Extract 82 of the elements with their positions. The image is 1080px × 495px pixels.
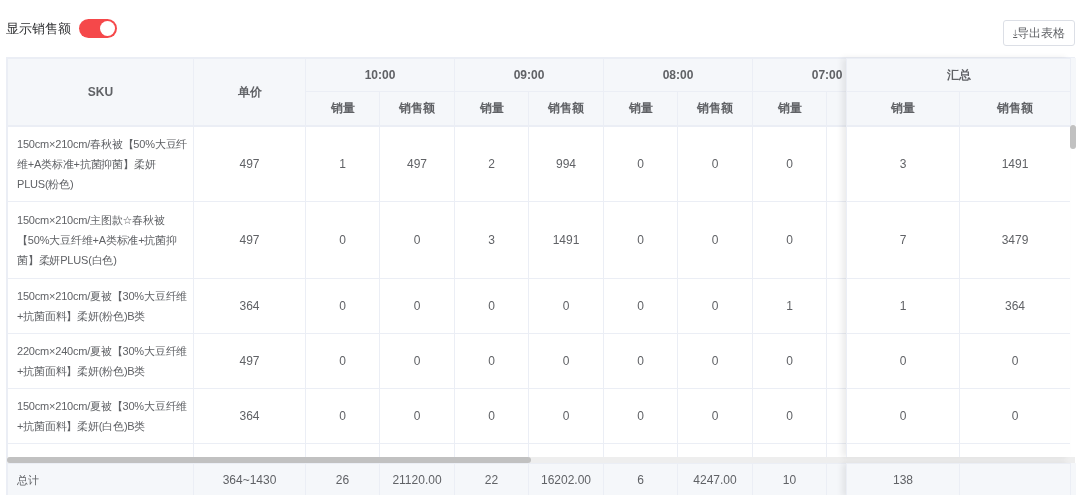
footer-cell: 138 — [846, 463, 960, 495]
sku-cell: 220cm×240cm/夏被【30%大豆纤维+抗菌面料】柔妍(粉色)B类 — [7, 333, 194, 389]
table-cell: 364 — [193, 388, 306, 444]
column-header: 销量 — [846, 91, 960, 126]
table-cell: 364 — [193, 278, 306, 334]
table-cell: 0 — [752, 333, 827, 389]
table-cell: 994 — [528, 126, 604, 202]
sku-cell: 150cm×210cm/主图款☆春秋被【50%大豆纤维+A类标准+抗菌抑菌】柔妍PLUS(白色) — [7, 201, 194, 279]
table-cell: 0 — [677, 333, 753, 389]
table-cell: 0 — [677, 278, 753, 334]
table-cell: 2 — [454, 126, 529, 202]
table-cell: 0 — [305, 388, 380, 444]
table-cell: 1 — [752, 278, 827, 334]
footer-label-cell: 总计 — [7, 463, 194, 495]
column-group-header: 汇总 — [846, 58, 1071, 92]
table-cell: 0 — [752, 126, 827, 202]
table-cell: 497 — [193, 201, 306, 279]
column-header: 销售额 — [528, 91, 604, 126]
table-cell: 1 — [846, 278, 960, 334]
table-cell: 3 — [846, 126, 960, 202]
table-cell: 0 — [603, 126, 678, 202]
table-cell: 1491 — [528, 201, 604, 279]
column-header: 销售额 — [677, 91, 753, 126]
table-cell: 0 — [846, 388, 960, 444]
table-cell: 0 — [379, 388, 455, 444]
column-header: 单价 — [193, 58, 306, 126]
footer-cell: 364~1430 — [193, 463, 306, 495]
table-cell: 0 — [305, 201, 380, 279]
column-header: 销量 — [305, 91, 380, 126]
table-cell: 0 — [528, 388, 604, 444]
footer-cell: 4247.00 — [677, 463, 753, 495]
table-cell: 0 — [603, 388, 678, 444]
table-cell: 0 — [603, 278, 678, 334]
table-cell: 0 — [454, 278, 529, 334]
sku-cell: 150cm×210cm/夏被【30%大豆纤维+抗菌面料】柔妍(粉色)B类 — [7, 278, 194, 334]
column-group-header: 09:00 — [454, 58, 604, 92]
table-cell: 0 — [454, 333, 529, 389]
table-cell: 0 — [677, 201, 753, 279]
table-cell: 0 — [379, 278, 455, 334]
footer-cell: 6 — [603, 463, 678, 495]
footer-cell: 10 — [752, 463, 827, 495]
table-cell: 0 — [752, 388, 827, 444]
table-cell: 497 — [193, 333, 306, 389]
sku-cell: 150cm×210cm/春秋被【50%大豆纤维+A类标准+抗菌抑菌】柔妍PLUS(粉色) — [7, 126, 194, 202]
table-cell: 1 — [305, 126, 380, 202]
table-cell: 497 — [379, 126, 455, 202]
sales-toggle-switch[interactable] — [79, 19, 117, 39]
column-header: 销量 — [603, 91, 678, 126]
column-header: 销量 — [454, 91, 529, 126]
horizontal-scrollbar-thumb[interactable] — [7, 457, 531, 463]
table-cell: 0 — [379, 201, 455, 279]
sku-cell: 150cm×210cm/夏被【30%大豆纤维+抗菌面料】柔妍(白色)B类 — [7, 388, 194, 444]
footer-cell: 22 — [454, 463, 529, 495]
column-header: SKU — [7, 58, 194, 126]
footer-cell: 16202.00 — [528, 463, 604, 495]
table-cell: 0 — [603, 333, 678, 389]
table-cell: 0 — [846, 333, 960, 389]
column-group-header: 07:00 — [752, 58, 846, 92]
table-cell: 0 — [305, 333, 380, 389]
download-icon: ⤓ — [1013, 25, 1017, 41]
footer-cell: 26 — [305, 463, 380, 495]
table-cell: 0 — [677, 388, 753, 444]
column-header: 销售额 — [379, 91, 455, 126]
toggle-label: 显示销售额 — [6, 20, 71, 38]
table-cell: 0 — [454, 388, 529, 444]
table-cell: 0 — [677, 126, 753, 202]
table-cell: 7 — [846, 201, 960, 279]
table-cell: 0 — [305, 278, 380, 334]
table-cell: 497 — [193, 126, 306, 202]
table-cell: 0 — [752, 201, 827, 279]
column-group-header: 08:00 — [603, 58, 753, 92]
table-cell: 0 — [528, 333, 604, 389]
table-cell: 3 — [454, 201, 529, 279]
table-cell: 0 — [528, 278, 604, 334]
column-header: 销售额 — [959, 91, 1071, 126]
table-cell: 0 — [379, 333, 455, 389]
export-button[interactable]: ⤓导出表格 — [1003, 20, 1075, 46]
column-header: 销量 — [752, 91, 827, 126]
vertical-scrollbar-thumb[interactable] — [1070, 125, 1076, 149]
column-group-header: 10:00 — [305, 58, 455, 92]
footer-cell: 21120.00 — [379, 463, 455, 495]
table-cell: 0 — [603, 201, 678, 279]
